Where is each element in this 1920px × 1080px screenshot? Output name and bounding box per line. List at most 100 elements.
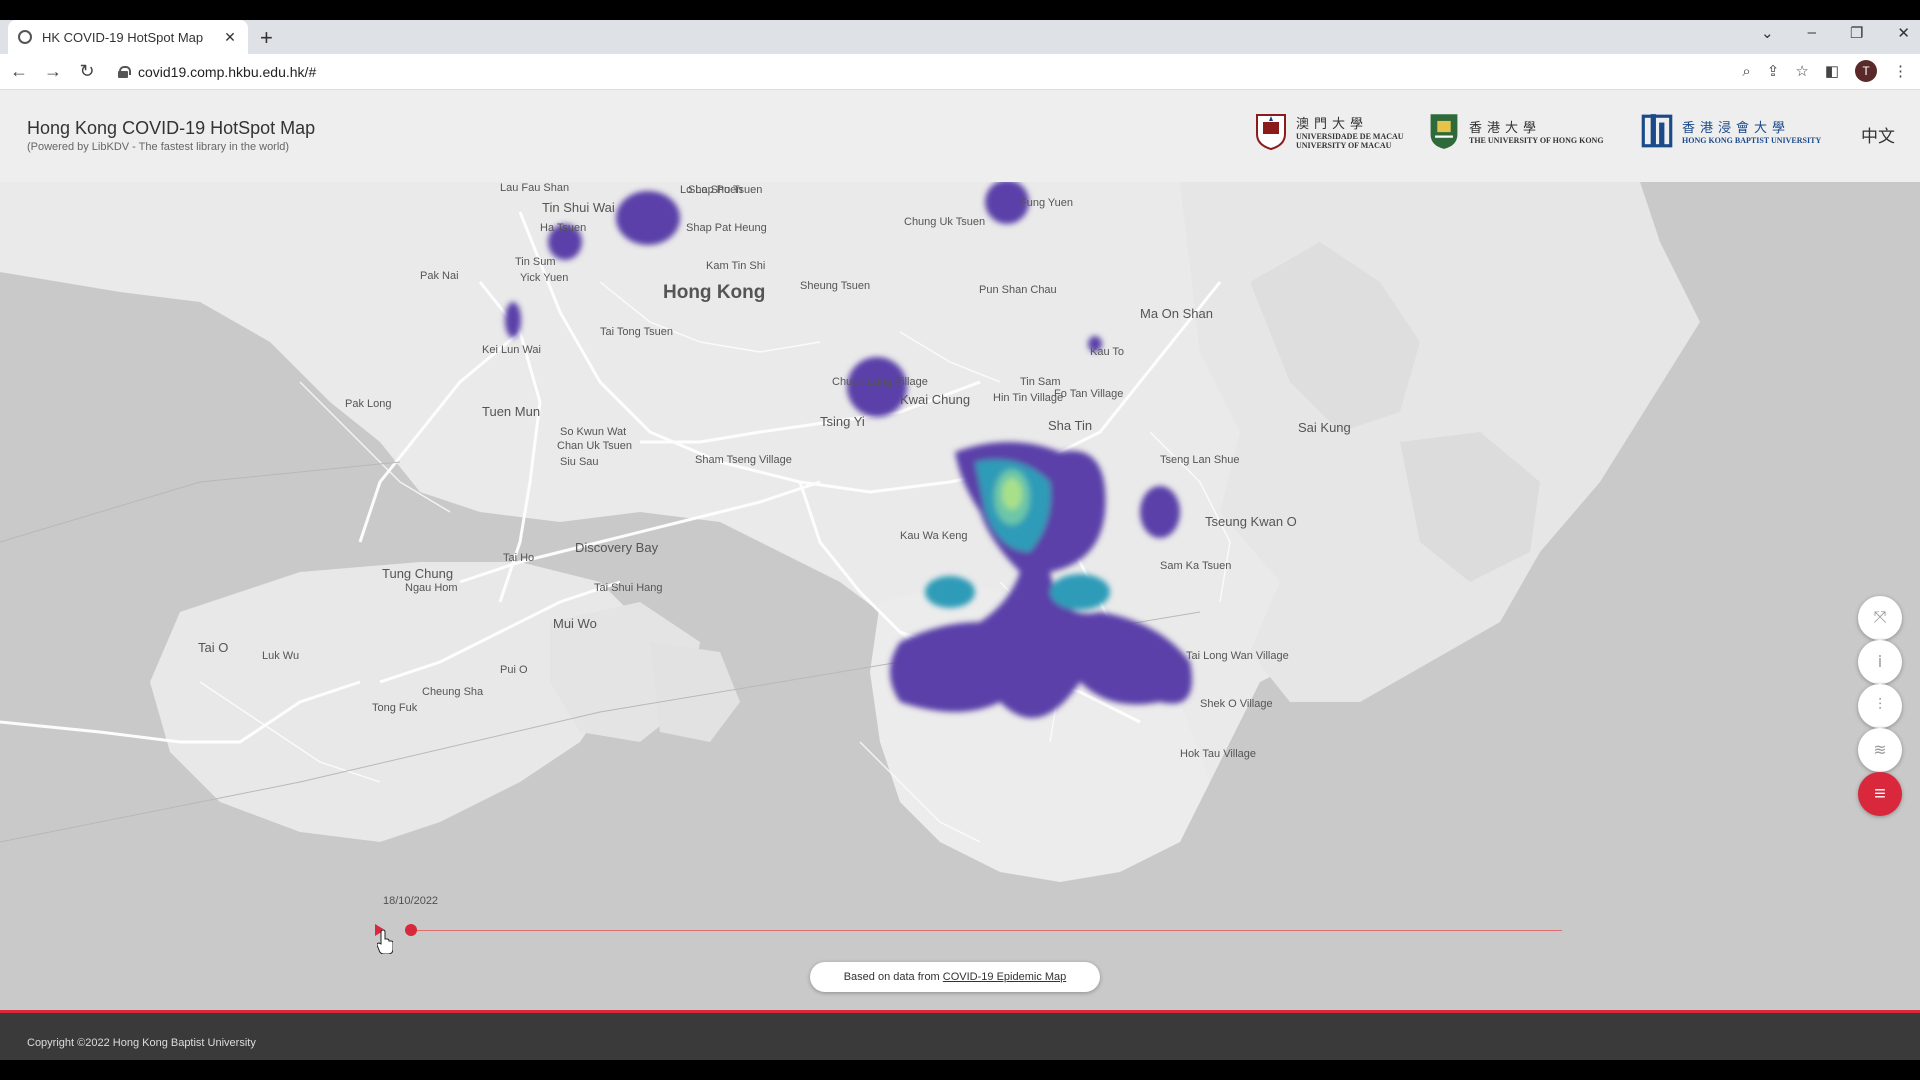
map-label: Kwai Chung [900, 392, 971, 407]
info-button[interactable]: ⅰ [1858, 640, 1902, 684]
map-label: Shek O Village [1200, 698, 1273, 710]
map-label: Tai Long Wan Village [1186, 650, 1289, 662]
map-label: Sam Ka Tsuen [1160, 560, 1232, 572]
minimize-icon[interactable]: – [1808, 24, 1816, 42]
hotspot-map[interactable]: Hong Kong Tin Shui Wai Lau Fau Shan Ha T… [0, 182, 1920, 1010]
map-label: Pak Nai [420, 270, 459, 282]
timeline-track[interactable] [412, 930, 1562, 931]
site-header: Hong Kong COVID-19 HotSpot Map (Powered … [0, 90, 1920, 182]
map-label: Tseung Kwan O [1205, 514, 1297, 529]
map-label: Tai Shui Hang [594, 582, 663, 594]
reload-icon[interactable]: ↻ [72, 61, 102, 82]
map-label: Tung Chung [382, 566, 454, 581]
map-label: Chan Uk Tsuen [557, 440, 633, 452]
bookmark-star-icon[interactable]: ☆ [1795, 62, 1808, 80]
fullscreen-button[interactable]: ⤧ [1858, 596, 1902, 640]
epidemic-map-link[interactable]: COVID-19 Epidemic Map [943, 971, 1067, 983]
tab-title: HK COVID-19 HotSpot Map [42, 29, 204, 45]
map-label: Tseng Lan Shue [1160, 454, 1240, 466]
copyright-text: Copyright ©2022 Hong Kong Baptist Univer… [27, 1037, 256, 1049]
new-tab-icon[interactable]: + [260, 25, 273, 51]
map-label: Siu Sau [560, 456, 599, 468]
window-controls: ⌄ – ❐ ✕ [1761, 24, 1910, 42]
language-toggle[interactable]: 中文 [1861, 122, 1895, 147]
menu-icon: ≡ [1874, 782, 1886, 805]
map-label: Kei Lun Wai [482, 344, 541, 356]
map-label: Ngau Hom [405, 582, 458, 594]
timeline-handle[interactable] [405, 924, 417, 936]
map-base [0, 182, 1700, 882]
map-label: Tin Shui Wai [542, 200, 615, 215]
map-label: Hong Kong [663, 282, 766, 303]
map-label: Sha Tin [1048, 418, 1093, 433]
hku-emblem-icon [1430, 114, 1458, 149]
map-label: Mui Wo [553, 616, 597, 631]
map-label: Tin Sum [515, 256, 556, 268]
map-label: Kam Tin Shi [706, 260, 766, 272]
timeline-date: 18/10/2022 [383, 895, 439, 907]
zoom-icon[interactable]: ⌕ [1742, 63, 1750, 80]
um-logo[interactable]: 澳門大學 UNIVERSIDADE DE MACAU UNIVERSITY OF… [1254, 112, 1404, 150]
hkbu-logo[interactable]: 香港浸會大學 HONG KONG BAPTIST UNIVERSITY [1640, 112, 1821, 150]
um-emblem-icon [1256, 114, 1286, 150]
map-label: Pak Long [345, 398, 392, 410]
map-label: Ma On Shan [1140, 306, 1213, 321]
share-icon[interactable]: ⇪ [1767, 62, 1780, 80]
hku-logo-text: 香港大學 THE UNIVERSITY OF HONG KONG [1469, 120, 1604, 145]
page-subtitle: (Powered by LibKDV - The fastest library… [27, 141, 290, 153]
map-label: Shap Pat Heung [686, 222, 767, 234]
hkbu-logo-text: 香港浸會大學 HONG KONG BAPTIST UNIVERSITY [1682, 120, 1822, 145]
lock-icon [118, 66, 131, 78]
globe-icon [18, 30, 32, 44]
map-label: Hok Tau Village [1180, 748, 1257, 760]
browser-window: HK COVID-19 HotSpot Map ✕ + ⌄ – ❐ ✕ ← → … [0, 0, 1920, 1080]
map-label: Kau To [1090, 346, 1125, 358]
tab-strip: HK COVID-19 HotSpot Map ✕ + ⌄ – ❐ ✕ [0, 20, 1920, 54]
side-panel-icon[interactable]: ◧ [1825, 62, 1839, 80]
toolbar-right: ⌕ ⇪ ☆ ◧ T ⋮ [1742, 60, 1908, 82]
window-close-icon[interactable]: ✕ [1897, 24, 1910, 42]
layers-button[interactable]: ≋ [1858, 728, 1902, 772]
sliders-icon: ⫶ [1877, 697, 1882, 714]
url-field[interactable]: covid19.comp.hkbu.edu.hk/# [112, 59, 1752, 85]
filter-button[interactable]: ⫶ [1858, 684, 1902, 728]
map-label: Shap Po Tsuen [688, 184, 763, 196]
map-label: Hin Tin Village [993, 392, 1064, 404]
map-label: Ha Tsuen [540, 222, 587, 234]
fullscreen-icon: ⤧ [1873, 609, 1887, 626]
site-footer: Copyright ©2022 Hong Kong Baptist Univer… [0, 1010, 1920, 1060]
layers-icon: ≋ [1873, 742, 1887, 759]
map-label: Discovery Bay [575, 540, 659, 555]
map-label: Pun Shan Chau [979, 284, 1057, 296]
browser-tab[interactable]: HK COVID-19 HotSpot Map ✕ [8, 20, 248, 54]
map-label: Tin Sam [1020, 376, 1061, 388]
um-logo-text: 澳門大學 UNIVERSIDADE DE MACAU UNIVERSITY OF… [1296, 115, 1404, 150]
map-label: Tong Fuk [372, 702, 418, 714]
hku-logo[interactable]: 香港大學 THE UNIVERSITY OF HONG KONG [1427, 112, 1604, 150]
map-label: Sheung Tsuen [800, 280, 871, 292]
restore-icon[interactable]: ❐ [1850, 24, 1863, 42]
map-label: Tai O [198, 640, 229, 655]
kebab-menu-icon[interactable]: ⋮ [1893, 62, 1908, 80]
map-label: Kau Wa Keng [900, 530, 968, 542]
back-icon[interactable]: ← [4, 61, 34, 82]
map-label: Tuen Mun [482, 404, 541, 419]
info-icon: ⅰ [1877, 654, 1883, 671]
map-label: Fung Yuen [1020, 197, 1074, 209]
hand-cursor-icon [377, 930, 393, 954]
map-label: So Kwun Wat [560, 426, 627, 438]
address-bar: ← → ↻ covid19.comp.hkbu.edu.hk/# ⌕ ⇪ ☆ ◧… [0, 54, 1920, 90]
top-black-bar [0, 0, 1920, 20]
menu-button[interactable]: ≡ [1858, 772, 1902, 816]
map-label: Lau Fau Shan [500, 182, 570, 194]
map-label: Chung Uk Tsuen [904, 216, 986, 228]
bottom-black-bar [0, 1060, 1920, 1080]
forward-icon[interactable]: → [38, 61, 68, 82]
map-label: Cheung Sha [422, 686, 484, 698]
tab-search-icon[interactable]: ⌄ [1761, 24, 1774, 42]
hkbu-emblem-icon [1641, 114, 1673, 148]
tab-close-icon[interactable]: ✕ [222, 29, 238, 46]
profile-avatar[interactable]: T [1855, 60, 1877, 82]
map-label: Sai Kung [1298, 420, 1351, 435]
map-label: Yick Yuen [520, 272, 569, 284]
